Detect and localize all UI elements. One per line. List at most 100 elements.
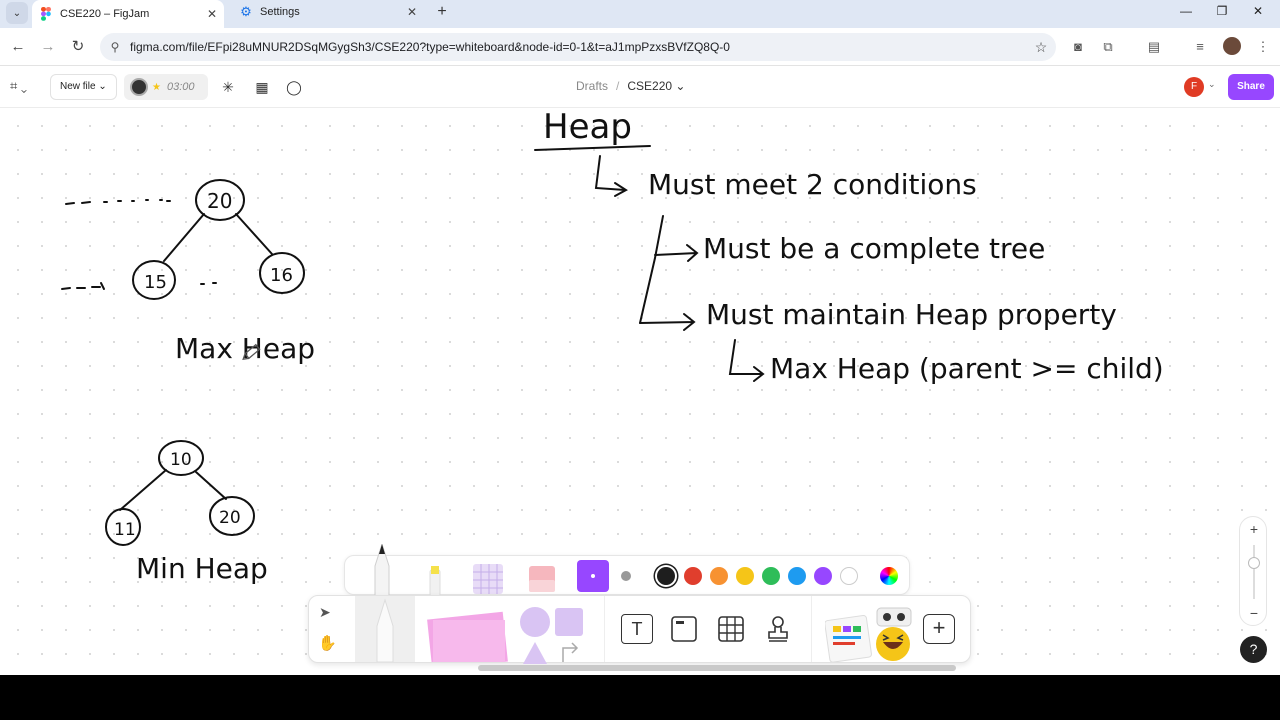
main-toolbar: ➤ ✋ T + bbox=[308, 595, 971, 664]
color-swatch-black[interactable] bbox=[657, 567, 675, 585]
node-value: 11 bbox=[114, 520, 136, 540]
note-line-3: Must maintain Heap property bbox=[706, 298, 1117, 331]
layout-icon[interactable]: ▦ bbox=[252, 77, 272, 97]
templates-widgets-icon[interactable] bbox=[825, 604, 925, 662]
avatar[interactable] bbox=[1223, 37, 1241, 55]
close-window-button[interactable]: ✕ bbox=[1240, 0, 1276, 24]
arrow-1 bbox=[594, 155, 626, 191]
dashed-marks bbox=[61, 282, 105, 290]
node-value: 10 bbox=[170, 450, 192, 470]
media-icon[interactable]: ≡ bbox=[1191, 38, 1209, 56]
browser-tab-bar: ⌄ CSE220 – FigJam ✕ ⚙ Settings ✕ + — ❐ ✕ bbox=[0, 0, 1280, 28]
select-cursor-icon[interactable]: ➤ bbox=[319, 604, 331, 621]
back-arrow-icon[interactable]: ← bbox=[8, 37, 28, 57]
stroke-size-selected[interactable] bbox=[577, 560, 609, 592]
node-value: 15 bbox=[144, 272, 167, 293]
note-line-1: Must meet 2 conditions bbox=[648, 168, 977, 201]
close-icon[interactable]: ✕ bbox=[204, 7, 220, 21]
tree-edge bbox=[119, 469, 167, 511]
minimize-button[interactable]: — bbox=[1168, 0, 1204, 24]
file-name[interactable]: CSE220 ⌄ bbox=[627, 79, 685, 93]
zoom-slider-handle[interactable] bbox=[1248, 557, 1260, 569]
zoom-in-button[interactable]: + bbox=[1240, 521, 1268, 537]
tree-edge bbox=[235, 213, 273, 255]
node-value: 20 bbox=[207, 189, 232, 213]
browser-toolbar: ← → ↻ ⚲ figma.com/file/EFpi28uMNUR2DSqMG… bbox=[0, 28, 1280, 66]
forward-arrow-icon[interactable]: → bbox=[38, 37, 58, 57]
note-line-2: Must be a complete tree bbox=[703, 232, 1045, 265]
main-menu-icon[interactable]: ⌗ ⌄ bbox=[10, 78, 27, 94]
url-text: figma.com/file/EFpi28uMNUR2DSqMGygSh3/CS… bbox=[130, 40, 730, 54]
arrow-4 bbox=[728, 339, 765, 382]
dashed-marks bbox=[65, 199, 171, 205]
stroke-size-option[interactable] bbox=[621, 571, 631, 581]
divider bbox=[811, 596, 812, 662]
zoom-out-button[interactable]: − bbox=[1240, 605, 1268, 621]
address-bar[interactable]: ⚲ figma.com/file/EFpi28uMNUR2DSqMGygSh3/… bbox=[100, 33, 1056, 61]
horizontal-scrollbar[interactable] bbox=[478, 665, 956, 671]
more-icon[interactable]: ⋮ bbox=[1254, 38, 1272, 56]
star-icon: ★ bbox=[152, 81, 161, 93]
marker-tool-icon[interactable] bbox=[367, 544, 397, 596]
arrow-3 bbox=[639, 313, 696, 331]
branch-line bbox=[639, 215, 664, 324]
tab-settings[interactable]: ⚙ Settings ✕ bbox=[232, 0, 424, 24]
washi-tape-icon[interactable] bbox=[471, 562, 505, 596]
extensions-icon[interactable]: ⧉ bbox=[1099, 38, 1117, 56]
breadcrumb-drafts[interactable]: Drafts bbox=[576, 79, 608, 93]
more-tools-button[interactable]: + bbox=[923, 614, 955, 644]
table-tool-icon[interactable] bbox=[716, 614, 746, 644]
stamp-tool-icon[interactable] bbox=[763, 614, 793, 644]
color-swatch-white[interactable] bbox=[840, 567, 858, 585]
chevron-down-icon[interactable]: ⌄ bbox=[1208, 79, 1216, 90]
color-swatch-purple[interactable] bbox=[814, 567, 832, 585]
color-swatch-blue[interactable] bbox=[788, 567, 806, 585]
hand-tool-icon[interactable]: ✋ bbox=[318, 634, 337, 652]
avatar[interactable]: F bbox=[1184, 77, 1204, 97]
tree-edge bbox=[195, 471, 227, 500]
new-tab-button[interactable]: + bbox=[432, 2, 452, 22]
tab-title: CSE220 – FigJam bbox=[60, 8, 150, 20]
avatar bbox=[130, 78, 148, 96]
share-button[interactable]: Share bbox=[1228, 74, 1274, 100]
gear-icon: ⚙ bbox=[240, 4, 252, 19]
marker-icon bbox=[376, 598, 394, 663]
tab-search-button[interactable]: ⌄ bbox=[6, 2, 28, 24]
drawing-options-bar bbox=[344, 544, 910, 596]
figjam-topbar: ⌗ ⌄ New file ⌄ ★ 03:00 ✳ ▦ ◯ Drafts / CS… bbox=[0, 66, 1280, 108]
text-tool-icon[interactable]: T bbox=[621, 614, 653, 644]
tab-figjam[interactable]: CSE220 – FigJam ✕ bbox=[32, 0, 224, 28]
reload-icon[interactable]: ↻ bbox=[68, 37, 88, 57]
help-button[interactable]: ? bbox=[1240, 636, 1267, 663]
camera-icon[interactable]: ◙ bbox=[1069, 38, 1087, 56]
color-swatch-green[interactable] bbox=[762, 567, 780, 585]
tab-title: Settings bbox=[260, 6, 300, 18]
eraser-tool-icon[interactable] bbox=[527, 564, 557, 594]
node-value: 20 bbox=[219, 508, 241, 528]
shapes-tool-icon[interactable] bbox=[517, 606, 587, 664]
bookmark-star-icon[interactable]: ☆ bbox=[1026, 39, 1056, 56]
new-file-button[interactable]: New file ⌄ bbox=[50, 74, 117, 100]
color-swatch-red[interactable] bbox=[684, 567, 702, 585]
color-picker-icon[interactable] bbox=[880, 567, 898, 585]
dot-marks bbox=[200, 282, 217, 285]
color-swatch-yellow[interactable] bbox=[736, 567, 754, 585]
section-tool-icon[interactable] bbox=[669, 614, 699, 644]
heading-heap: Heap bbox=[543, 108, 632, 147]
close-icon[interactable]: ✕ bbox=[404, 5, 420, 19]
color-swatch-orange[interactable] bbox=[710, 567, 728, 585]
note-line-4: Max Heap (parent >= child) bbox=[770, 352, 1164, 385]
timer-widget[interactable]: ★ 03:00 bbox=[124, 74, 208, 100]
zoom-control: + − bbox=[1239, 516, 1267, 626]
breadcrumb-separator: / bbox=[616, 79, 620, 93]
ai-sparkle-icon[interactable]: ✳ bbox=[218, 77, 238, 97]
node-value: 16 bbox=[270, 265, 293, 286]
sidepanel-icon[interactable]: ▤ bbox=[1145, 38, 1163, 56]
zoom-track[interactable] bbox=[1253, 545, 1255, 599]
restore-button[interactable]: ❐ bbox=[1204, 0, 1240, 24]
sticky-note-icon[interactable] bbox=[423, 606, 509, 662]
highlighter-tool-icon[interactable] bbox=[425, 564, 445, 596]
comment-icon[interactable]: ◯ bbox=[284, 77, 304, 97]
draw-tool-button[interactable] bbox=[355, 596, 415, 663]
site-info-icon[interactable]: ⚲ bbox=[100, 40, 130, 54]
